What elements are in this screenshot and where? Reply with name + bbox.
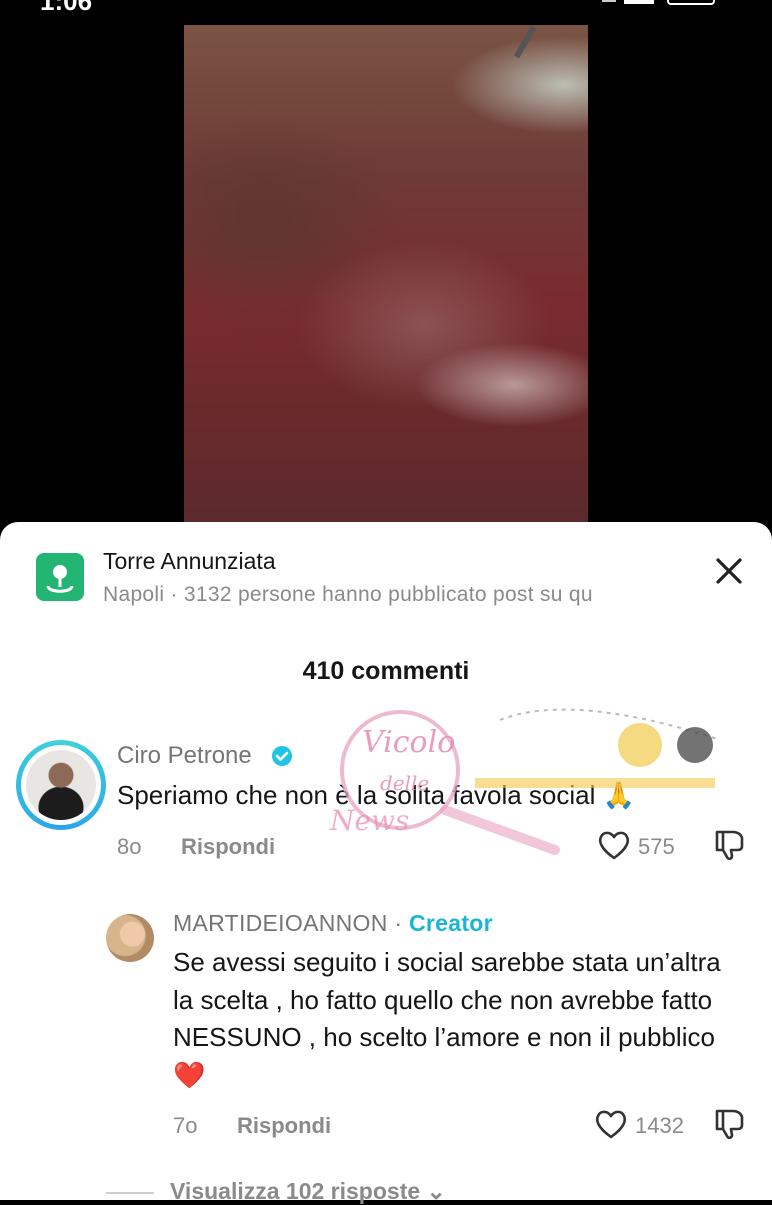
reply-time: 7o: [173, 1113, 198, 1138]
reply-author[interactable]: MARTIDEIOANNON: [173, 910, 388, 936]
location-title[interactable]: Torre Annunziata: [103, 548, 276, 575]
svg-text:delle: delle: [380, 771, 429, 795]
svg-text:Vicolo: Vicolo: [362, 725, 455, 760]
author-separator: ·: [387, 910, 409, 936]
like-count: 1432: [635, 1113, 684, 1138]
location-subtitle: Napoli · 3132 persone hanno pubblicato p…: [103, 583, 593, 606]
watermark-logo: Vicolo delle News: [329, 708, 721, 855]
reply-text: Se avessi seguito i social sarebbe stata…: [173, 947, 721, 1090]
view-replies-label[interactable]: Visualizza 102 risposte: [170, 1178, 420, 1204]
dislike-icon[interactable]: [711, 1107, 747, 1141]
divider: [106, 1192, 154, 1194]
chevron-down-icon: ⌄: [426, 1178, 446, 1204]
creator-badge: Creator: [408, 910, 493, 936]
reply-button[interactable]: Rispondi: [181, 834, 275, 860]
status-time: 1:06: [40, 0, 93, 16]
comment-author[interactable]: Ciro Petrone: [117, 742, 252, 770]
reply-author-line[interactable]: MARTIDEIOANNON · Creator: [173, 910, 493, 937]
verified-badge-icon: [272, 746, 292, 766]
svg-text:News: News: [329, 804, 409, 837]
comment-time: 8o: [117, 834, 142, 859]
heart-icon[interactable]: [594, 1108, 628, 1140]
reply-button[interactable]: Rispondi: [237, 1113, 331, 1139]
location-pin-icon[interactable]: [36, 553, 84, 601]
video-player[interactable]: [184, 25, 588, 535]
status-icons: [602, 0, 715, 5]
close-icon[interactable]: [712, 554, 746, 588]
avatar[interactable]: [106, 914, 154, 962]
view-replies-button[interactable]: Visualizza 102 risposte ⌄: [170, 1178, 446, 1205]
avatar[interactable]: [16, 740, 106, 830]
comments-sheet: [0, 522, 772, 1200]
comments-count: 410 commenti: [302, 657, 470, 685]
